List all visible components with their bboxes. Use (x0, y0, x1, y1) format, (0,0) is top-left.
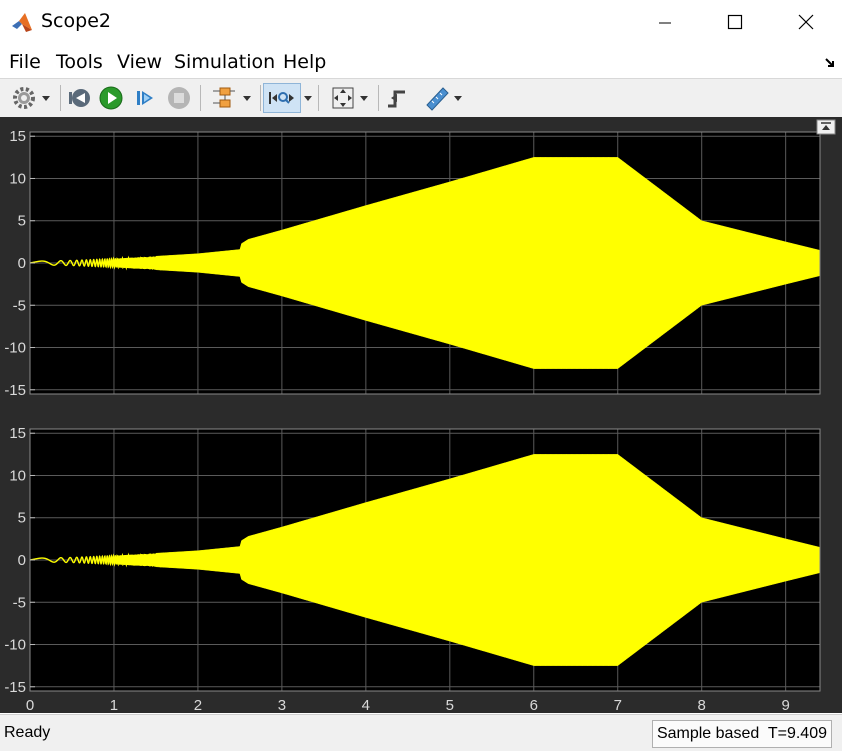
minimize-icon (659, 22, 671, 24)
toolbar-separator (60, 85, 61, 111)
x-tick-label: 3 (278, 697, 286, 713)
close-button[interactable] (771, 0, 841, 44)
y-tick-label: 5 (18, 510, 26, 527)
y-tick-label: 10 (9, 467, 26, 484)
y-tick-label: -15 (4, 679, 26, 696)
top-axes[interactable]: 15 10 5 0 -5 -10 -15 (4, 128, 821, 399)
sample-time-readout: Sample based T=9.409 (651, 720, 832, 748)
stop-icon (168, 87, 190, 109)
window-title: Scope2 (41, 10, 111, 32)
zoom-button[interactable] (263, 83, 301, 113)
x-tick-label: 7 (614, 697, 622, 713)
y-tick-label: -15 (4, 382, 26, 399)
menu-view[interactable]: View (117, 51, 162, 73)
toolbar-separator (378, 85, 379, 111)
zoom-icon (269, 92, 294, 104)
toolbar-separator (200, 85, 201, 111)
scope-display: 15 10 5 0 -5 -10 -15 15 10 5 0 -5 -10 -15 0 1 2 3 4 5 6 7 8 9 (0, 117, 842, 714)
close-icon (798, 14, 814, 30)
run-button[interactable] (96, 83, 126, 113)
minimize-button[interactable] (630, 0, 700, 44)
y-tick-label: 5 (18, 213, 26, 230)
x-tick-label: 8 (698, 697, 706, 713)
menu-simulation[interactable]: Simulation (174, 51, 275, 73)
chevron-down-icon (42, 95, 50, 101)
menu-help[interactable]: Help (283, 51, 326, 73)
x-tick-label: 5 (446, 697, 454, 713)
measurements-button[interactable] (418, 83, 468, 113)
step-back-icon (69, 89, 90, 107)
x-tick-label: 9 (781, 697, 789, 713)
y-tick-label: -5 (13, 594, 26, 611)
step-back-button[interactable] (64, 83, 94, 113)
x-tick-label: 2 (194, 697, 202, 713)
chevron-down-icon (454, 95, 462, 101)
sample-time-text: Sample based T=9.409 (656, 725, 827, 742)
toolbar-separator (318, 85, 319, 111)
bottom-axes[interactable]: 151050-5-10-150 1 2 3 4 5 6 7 8 9 (4, 425, 821, 714)
chevron-down-icon (243, 95, 251, 101)
status-bar: Ready Sample based T=9.409 (0, 714, 842, 751)
y-tick-label: 10 (9, 170, 26, 187)
y-tick-label: -10 (4, 637, 26, 654)
chevron-down-icon (360, 95, 368, 101)
gear-icon (13, 87, 35, 109)
y-tick-label: 0 (18, 552, 26, 569)
chevron-down-icon[interactable] (304, 96, 312, 101)
menu-bar: File Tools View Simulation Help (0, 45, 842, 77)
x-tick-label: 4 (362, 697, 370, 713)
settings-button[interactable] (6, 83, 56, 113)
toolbar-separator (260, 85, 261, 111)
signal-select-icon (213, 87, 235, 108)
x-tick-label: 6 (530, 697, 538, 713)
y-tick-label: -5 (13, 297, 26, 314)
undock-display-button[interactable] (816, 119, 836, 135)
y-tick-label: 15 (9, 425, 26, 442)
x-tick-label: 0 (26, 697, 34, 713)
signal-selection-button[interactable] (205, 83, 257, 113)
toolbar (0, 78, 842, 118)
step-forward-icon (137, 91, 153, 105)
y-tick-label: -10 (4, 340, 26, 357)
maximize-button[interactable] (700, 0, 770, 44)
measure-icon (426, 87, 449, 111)
status-text: Ready (4, 724, 51, 741)
step-forward-button[interactable] (130, 83, 160, 113)
stop-button[interactable] (164, 83, 194, 113)
trigger-icon (388, 90, 405, 108)
undock-arrow-icon[interactable] (824, 57, 836, 69)
y-tick-label: 0 (18, 255, 26, 272)
x-tick-label: 1 (110, 697, 118, 713)
matlab-logo-icon (12, 13, 32, 32)
scope-plot-canvas[interactable]: 151050-5-10-15 151050-5-10-150 1 2 3 4 5 6 7 8 9 (0, 117, 842, 714)
fit-to-view-button[interactable] (324, 83, 374, 113)
menu-file[interactable]: File (9, 51, 41, 73)
maximize-icon (727, 14, 743, 30)
run-icon (99, 86, 123, 110)
title-bar: Scope2 (0, 0, 842, 44)
menu-tools[interactable]: Tools (56, 51, 103, 73)
trigger-button[interactable] (382, 83, 412, 113)
y-tick-label: 15 (9, 128, 26, 145)
fit-icon (332, 87, 354, 109)
